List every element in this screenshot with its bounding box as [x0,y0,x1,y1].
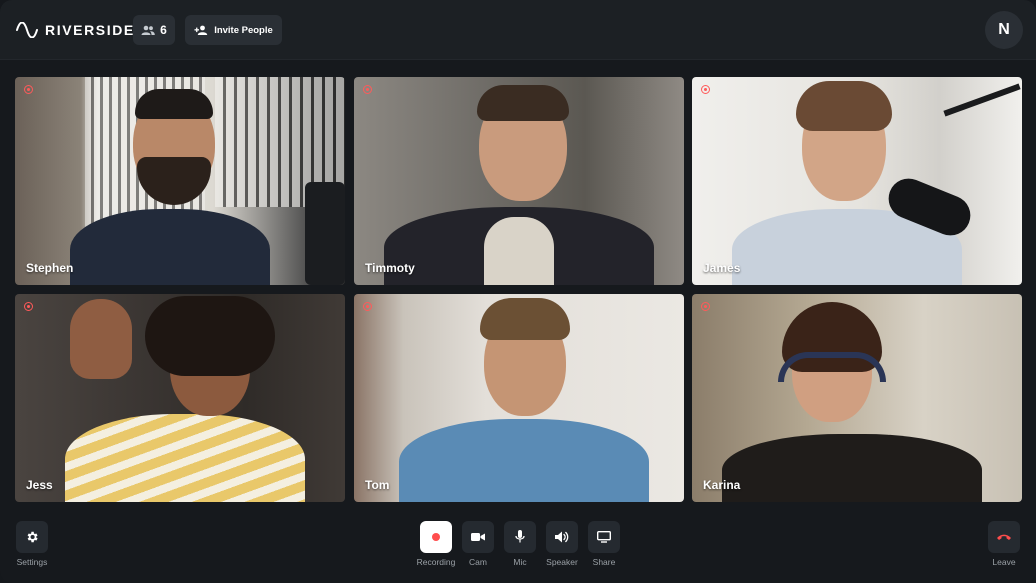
people-icon [141,25,155,35]
video-tile-tom[interactable]: Tom [354,294,684,502]
share-button[interactable] [588,521,620,553]
participants-button[interactable]: 6 [133,15,175,45]
leave-button[interactable] [988,521,1020,553]
record-dot-icon [363,302,372,311]
participant-name: Jess [26,478,53,492]
participant-name: James [703,261,741,275]
participant-name: Tom [365,478,390,492]
record-dot-icon [24,302,33,311]
mic-icon [515,530,525,543]
screen-share-icon [597,531,611,543]
video-tile-stephen[interactable]: Stephen [15,77,345,285]
speaker-button[interactable] [546,521,578,553]
mic-button[interactable] [504,521,536,553]
logo-text: RIVERSIDE [45,22,135,38]
add-person-icon [194,25,208,35]
person-hair [135,89,213,119]
person-body [70,209,270,285]
waving-hand [70,299,132,379]
person-hair [480,298,570,340]
person-body [399,419,649,502]
record-dot-icon [701,302,710,311]
participant-name: Timmoty [365,261,415,275]
record-dot-icon [363,85,372,94]
record-dot-icon [24,85,33,94]
video-tile-james[interactable]: James [692,77,1022,285]
record-icon [432,533,440,541]
speaker-icon [555,531,569,543]
person-hair [796,81,892,131]
settings-label: Settings [16,557,48,567]
cam-button[interactable] [462,521,494,553]
person-hair [145,296,275,376]
participant-count: 6 [160,23,167,37]
recording-button[interactable] [420,521,452,553]
invite-people-button[interactable]: Invite People [185,15,282,45]
top-bar: RIVERSIDE 6 Invite People N [0,0,1036,60]
video-tile-jess[interactable]: Jess [15,294,345,502]
invite-people-label: Invite People [214,24,273,36]
settings-button[interactable] [16,521,48,553]
phone-in-hand [305,182,345,285]
person-body [65,414,305,502]
user-avatar[interactable]: N [985,11,1023,49]
video-tile-karina[interactable]: Karina [692,294,1022,502]
participant-name: Karina [703,478,741,492]
participant-name: Stephen [26,261,74,275]
leave-label: Leave [992,557,1016,567]
gear-icon [27,531,38,543]
share-label: Share [592,557,616,567]
logo: RIVERSIDE [16,19,135,41]
headphones [778,352,886,382]
record-dot-icon [701,85,710,94]
riverside-app: RIVERSIDE 6 Invite People N Stephen Timm… [0,0,1036,583]
person-hair [477,85,569,121]
phone-hangup-icon [997,534,1011,540]
video-grid: Stephen Timmoty James Jess Tom Karina [15,77,1022,503]
camera-icon [471,533,485,541]
video-tile-timmoty[interactable]: Timmoty [354,77,684,285]
person-body [722,434,982,502]
logo-wave-icon [16,22,38,38]
person-shirt [484,217,554,285]
